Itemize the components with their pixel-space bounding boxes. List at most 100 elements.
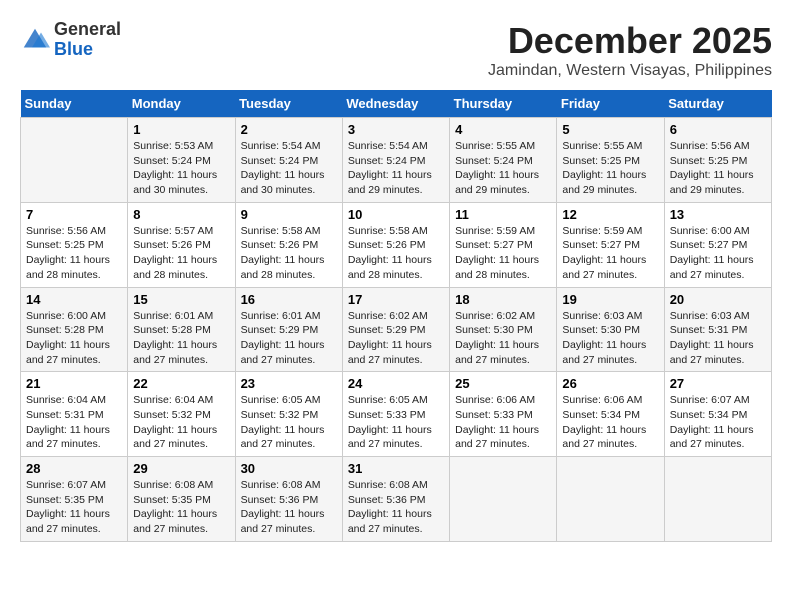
day-number: 10: [348, 207, 444, 222]
day-number: 30: [241, 461, 337, 476]
day-info: Sunrise: 6:00 AM Sunset: 5:28 PM Dayligh…: [26, 309, 122, 368]
day-info: Sunrise: 6:05 AM Sunset: 5:32 PM Dayligh…: [241, 393, 337, 452]
calendar-cell: 8 Sunrise: 5:57 AM Sunset: 5:26 PM Daylig…: [128, 202, 235, 287]
weekday-header-row: SundayMondayTuesdayWednesdayThursdayFrid…: [21, 90, 772, 118]
day-number: 31: [348, 461, 444, 476]
day-info: Sunrise: 6:08 AM Sunset: 5:36 PM Dayligh…: [348, 478, 444, 537]
day-number: 6: [670, 122, 766, 137]
calendar-cell: 26 Sunrise: 6:06 AM Sunset: 5:34 PM Dayli…: [557, 372, 664, 457]
calendar-week-5: 28 Sunrise: 6:07 AM Sunset: 5:35 PM Dayli…: [21, 457, 772, 542]
calendar-cell: 1Sunrise: 5:53 AM Sunset: 5:24 PM Daylig…: [128, 118, 235, 203]
page-header: General Blue December 2025 Jamindan, Wes…: [20, 20, 772, 80]
day-number: 26: [562, 376, 658, 391]
weekday-header-sunday: Sunday: [21, 90, 128, 118]
day-number: 19: [562, 292, 658, 307]
day-info: Sunrise: 5:53 AM Sunset: 5:24 PM Dayligh…: [133, 139, 229, 198]
day-number: 17: [348, 292, 444, 307]
day-info: Sunrise: 5:57 AM Sunset: 5:26 PM Dayligh…: [133, 224, 229, 283]
day-info: Sunrise: 6:02 AM Sunset: 5:30 PM Dayligh…: [455, 309, 551, 368]
day-info: Sunrise: 5:55 AM Sunset: 5:24 PM Dayligh…: [455, 139, 551, 198]
weekday-header-tuesday: Tuesday: [235, 90, 342, 118]
day-number: 3: [348, 122, 444, 137]
logo-general-text: General: [54, 19, 121, 39]
day-info: Sunrise: 5:59 AM Sunset: 5:27 PM Dayligh…: [562, 224, 658, 283]
calendar-cell: 20Sunrise: 6:03 AM Sunset: 5:31 PM Dayli…: [664, 287, 771, 372]
calendar-cell: [21, 118, 128, 203]
day-number: 4: [455, 122, 551, 137]
calendar-table: SundayMondayTuesdayWednesdayThursdayFrid…: [20, 90, 772, 542]
day-info: Sunrise: 5:55 AM Sunset: 5:25 PM Dayligh…: [562, 139, 658, 198]
day-info: Sunrise: 6:03 AM Sunset: 5:31 PM Dayligh…: [670, 309, 766, 368]
calendar-cell: 21 Sunrise: 6:04 AM Sunset: 5:31 PM Dayli…: [21, 372, 128, 457]
calendar-cell: 30 Sunrise: 6:08 AM Sunset: 5:36 PM Dayli…: [235, 457, 342, 542]
day-number: 8: [133, 207, 229, 222]
calendar-cell: 29Sunrise: 6:08 AM Sunset: 5:35 PM Dayli…: [128, 457, 235, 542]
day-number: 13: [670, 207, 766, 222]
day-info: Sunrise: 6:06 AM Sunset: 5:34 PM Dayligh…: [562, 393, 658, 452]
logo: General Blue: [20, 20, 121, 60]
calendar-cell: 4 Sunrise: 5:55 AM Sunset: 5:24 PM Daylig…: [450, 118, 557, 203]
logo-icon: [20, 25, 50, 55]
day-number: 12: [562, 207, 658, 222]
weekday-header-thursday: Thursday: [450, 90, 557, 118]
day-info: Sunrise: 5:56 AM Sunset: 5:25 PM Dayligh…: [670, 139, 766, 198]
day-info: Sunrise: 6:08 AM Sunset: 5:36 PM Dayligh…: [241, 478, 337, 537]
day-info: Sunrise: 6:00 AM Sunset: 5:27 PM Dayligh…: [670, 224, 766, 283]
day-info: Sunrise: 6:07 AM Sunset: 5:34 PM Dayligh…: [670, 393, 766, 452]
day-number: 9: [241, 207, 337, 222]
calendar-week-3: 14Sunrise: 6:00 AM Sunset: 5:28 PM Dayli…: [21, 287, 772, 372]
day-number: 23: [241, 376, 337, 391]
calendar-cell: 27 Sunrise: 6:07 AM Sunset: 5:34 PM Dayli…: [664, 372, 771, 457]
day-info: Sunrise: 6:03 AM Sunset: 5:30 PM Dayligh…: [562, 309, 658, 368]
calendar-cell: 5Sunrise: 5:55 AM Sunset: 5:25 PM Daylig…: [557, 118, 664, 203]
calendar-cell: 7 Sunrise: 5:56 AM Sunset: 5:25 PM Daylig…: [21, 202, 128, 287]
day-info: Sunrise: 5:56 AM Sunset: 5:25 PM Dayligh…: [26, 224, 122, 283]
calendar-cell: [450, 457, 557, 542]
day-info: Sunrise: 5:59 AM Sunset: 5:27 PM Dayligh…: [455, 224, 551, 283]
day-info: Sunrise: 6:06 AM Sunset: 5:33 PM Dayligh…: [455, 393, 551, 452]
day-info: Sunrise: 6:04 AM Sunset: 5:31 PM Dayligh…: [26, 393, 122, 452]
logo-blue-text: Blue: [54, 39, 93, 59]
calendar-cell: [557, 457, 664, 542]
calendar-cell: 25 Sunrise: 6:06 AM Sunset: 5:33 PM Dayli…: [450, 372, 557, 457]
calendar-cell: 15Sunrise: 6:01 AM Sunset: 5:28 PM Dayli…: [128, 287, 235, 372]
calendar-cell: 22Sunrise: 6:04 AM Sunset: 5:32 PM Dayli…: [128, 372, 235, 457]
day-number: 21: [26, 376, 122, 391]
day-number: 28: [26, 461, 122, 476]
calendar-cell: 11 Sunrise: 5:59 AM Sunset: 5:27 PM Dayli…: [450, 202, 557, 287]
weekday-header-monday: Monday: [128, 90, 235, 118]
calendar-cell: 3 Sunrise: 5:54 AM Sunset: 5:24 PM Daylig…: [342, 118, 449, 203]
calendar-cell: 13 Sunrise: 6:00 AM Sunset: 5:27 PM Dayli…: [664, 202, 771, 287]
weekday-header-wednesday: Wednesday: [342, 90, 449, 118]
day-number: 27: [670, 376, 766, 391]
month-title: December 2025: [488, 20, 772, 62]
day-number: 7: [26, 207, 122, 222]
day-info: Sunrise: 6:02 AM Sunset: 5:29 PM Dayligh…: [348, 309, 444, 368]
day-info: Sunrise: 6:08 AM Sunset: 5:35 PM Dayligh…: [133, 478, 229, 537]
day-info: Sunrise: 5:58 AM Sunset: 5:26 PM Dayligh…: [241, 224, 337, 283]
title-block: December 2025 Jamindan, Western Visayas,…: [488, 20, 772, 80]
day-number: 11: [455, 207, 551, 222]
calendar-cell: 9 Sunrise: 5:58 AM Sunset: 5:26 PM Daylig…: [235, 202, 342, 287]
calendar-cell: 10Sunrise: 5:58 AM Sunset: 5:26 PM Dayli…: [342, 202, 449, 287]
calendar-cell: 28 Sunrise: 6:07 AM Sunset: 5:35 PM Dayli…: [21, 457, 128, 542]
weekday-header-saturday: Saturday: [664, 90, 771, 118]
day-info: Sunrise: 6:04 AM Sunset: 5:32 PM Dayligh…: [133, 393, 229, 452]
calendar-cell: 18Sunrise: 6:02 AM Sunset: 5:30 PM Dayli…: [450, 287, 557, 372]
location-title: Jamindan, Western Visayas, Philippines: [488, 62, 772, 80]
day-number: 15: [133, 292, 229, 307]
day-info: Sunrise: 6:07 AM Sunset: 5:35 PM Dayligh…: [26, 478, 122, 537]
calendar-cell: [664, 457, 771, 542]
day-number: 24: [348, 376, 444, 391]
calendar-cell: 17 Sunrise: 6:02 AM Sunset: 5:29 PM Dayli…: [342, 287, 449, 372]
day-info: Sunrise: 5:54 AM Sunset: 5:24 PM Dayligh…: [348, 139, 444, 198]
calendar-week-1: 1Sunrise: 5:53 AM Sunset: 5:24 PM Daylig…: [21, 118, 772, 203]
day-number: 25: [455, 376, 551, 391]
day-number: 16: [241, 292, 337, 307]
calendar-cell: 19 Sunrise: 6:03 AM Sunset: 5:30 PM Dayli…: [557, 287, 664, 372]
day-info: Sunrise: 6:05 AM Sunset: 5:33 PM Dayligh…: [348, 393, 444, 452]
calendar-cell: 24 Sunrise: 6:05 AM Sunset: 5:33 PM Dayli…: [342, 372, 449, 457]
calendar-cell: 6 Sunrise: 5:56 AM Sunset: 5:25 PM Daylig…: [664, 118, 771, 203]
day-number: 2: [241, 122, 337, 137]
calendar-week-4: 21 Sunrise: 6:04 AM Sunset: 5:31 PM Dayli…: [21, 372, 772, 457]
